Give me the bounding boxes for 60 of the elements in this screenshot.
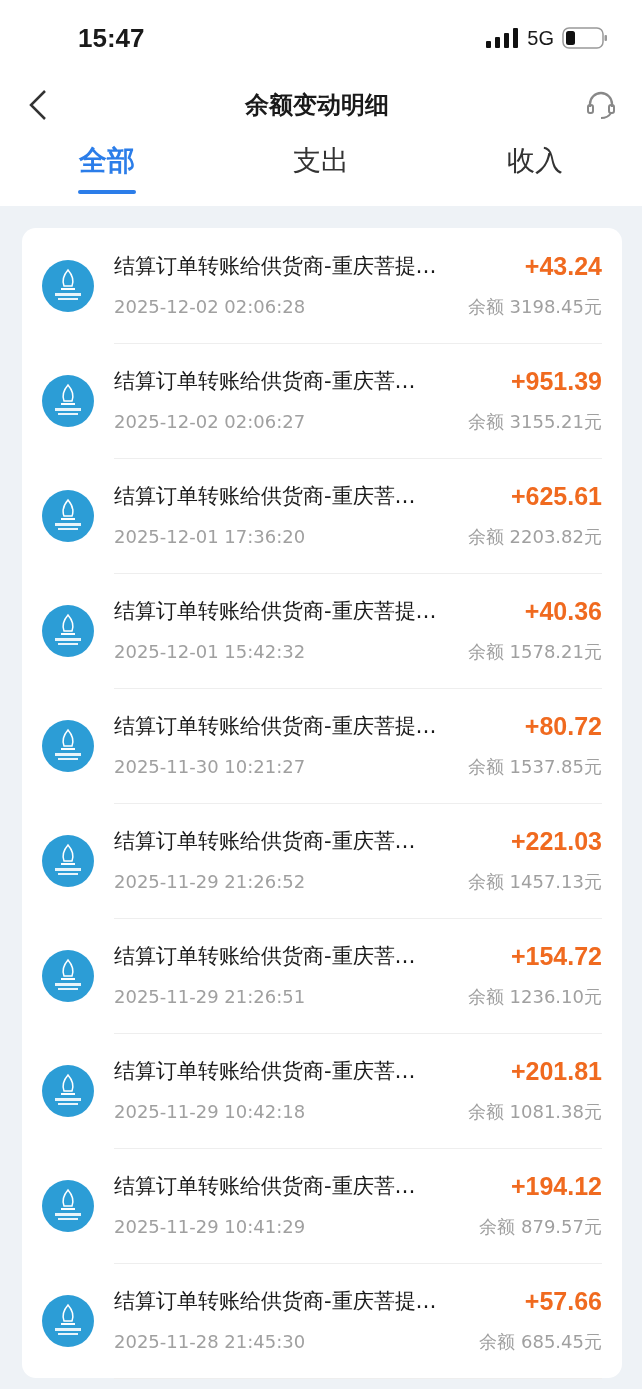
transaction-title: 结算订单转账给供货商-重庆菩… (114, 943, 416, 970)
transaction-time: 2025-11-29 21:26:51 (114, 986, 306, 1007)
logo-icon (42, 1294, 94, 1347)
transaction-title: 结算订单转账给供货商-重庆菩… (114, 1058, 416, 1085)
balance-text: 余额 1537.85元 (467, 754, 602, 779)
logo-icon (42, 604, 94, 657)
transaction-title: 结算订单转账给供货商-重庆菩… (114, 1173, 416, 1200)
transaction-amount: +201.81 (510, 1056, 602, 1086)
transaction-time: 2025-11-29 10:42:18 (114, 1101, 306, 1122)
balance-text: 余额 1578.21元 (467, 639, 602, 664)
transaction-amount: +57.66 (524, 1286, 602, 1316)
logo-icon (42, 1064, 94, 1117)
headset-icon[interactable] (586, 90, 616, 120)
transaction-time: 2025-11-29 21:26:52 (114, 871, 306, 892)
logo-icon (42, 719, 94, 772)
balance-text: 余额 1081.38元 (467, 1099, 602, 1124)
transaction-amount: +951.39 (510, 366, 602, 396)
transaction-time: 2025-11-28 21:45:30 (114, 1331, 306, 1352)
status-time: 15:47 (78, 22, 146, 54)
transaction-time: 2025-12-01 17:36:20 (114, 526, 306, 547)
transaction-amount: +154.72 (510, 941, 602, 971)
balance-text: 余额 879.57元 (479, 1214, 602, 1239)
logo-icon (42, 374, 94, 427)
balance-text: 余额 3198.45元 (467, 294, 602, 319)
transaction-time: 2025-11-29 10:41:29 (114, 1216, 306, 1237)
logo-icon (42, 1179, 94, 1232)
transaction-amount: +625.61 (510, 481, 602, 511)
transaction-title: 结算订单转账给供货商-重庆菩提… (114, 253, 437, 280)
filter-tab[interactable]: 收入 (506, 134, 564, 206)
transaction-amount: +40.36 (524, 596, 602, 626)
filter-tab[interactable]: 全部 (78, 134, 136, 206)
signal-icon (486, 28, 520, 48)
logo-icon (42, 489, 94, 542)
transaction-amount: +43.24 (524, 251, 602, 281)
page-title: 余额变动明细 (244, 90, 390, 121)
transaction-amount: +80.72 (524, 711, 602, 741)
transaction-title: 结算订单转账给供货商-重庆菩提… (114, 598, 437, 625)
transaction-title: 结算订单转账给供货商-重庆菩… (114, 828, 416, 855)
transaction-time: 2025-12-01 15:42:32 (114, 641, 306, 662)
balance-text: 余额 1457.13元 (467, 869, 602, 894)
transaction-amount: +221.03 (510, 826, 602, 856)
transaction-time: 2025-12-02 02:06:27 (114, 411, 306, 432)
balance-text: 余额 685.45元 (479, 1329, 602, 1354)
network-label: 5G (527, 26, 554, 50)
logo-icon (42, 259, 94, 312)
transaction-time: 2025-12-02 02:06:28 (114, 296, 306, 317)
transaction-title: 结算订单转账给供货商-重庆菩… (114, 483, 416, 510)
balance-text: 余额 2203.82元 (467, 524, 602, 549)
transaction-time: 2025-11-30 10:21:27 (114, 756, 306, 777)
filter-tab[interactable]: 支出 (292, 134, 350, 206)
transaction-title: 结算订单转账给供货商-重庆菩… (114, 368, 416, 395)
logo-icon (42, 834, 94, 887)
balance-text: 余额 3155.21元 (467, 409, 602, 434)
transaction-title: 结算订单转账给供货商-重庆菩提… (114, 1288, 437, 1315)
logo-icon (42, 949, 94, 1002)
transaction-title: 结算订单转账给供货商-重庆菩提… (114, 713, 437, 740)
balance-text: 余额 1236.10元 (467, 984, 602, 1009)
battery-icon (562, 27, 608, 49)
back-icon[interactable] (28, 89, 48, 121)
transaction-amount: +194.12 (510, 1171, 602, 1201)
